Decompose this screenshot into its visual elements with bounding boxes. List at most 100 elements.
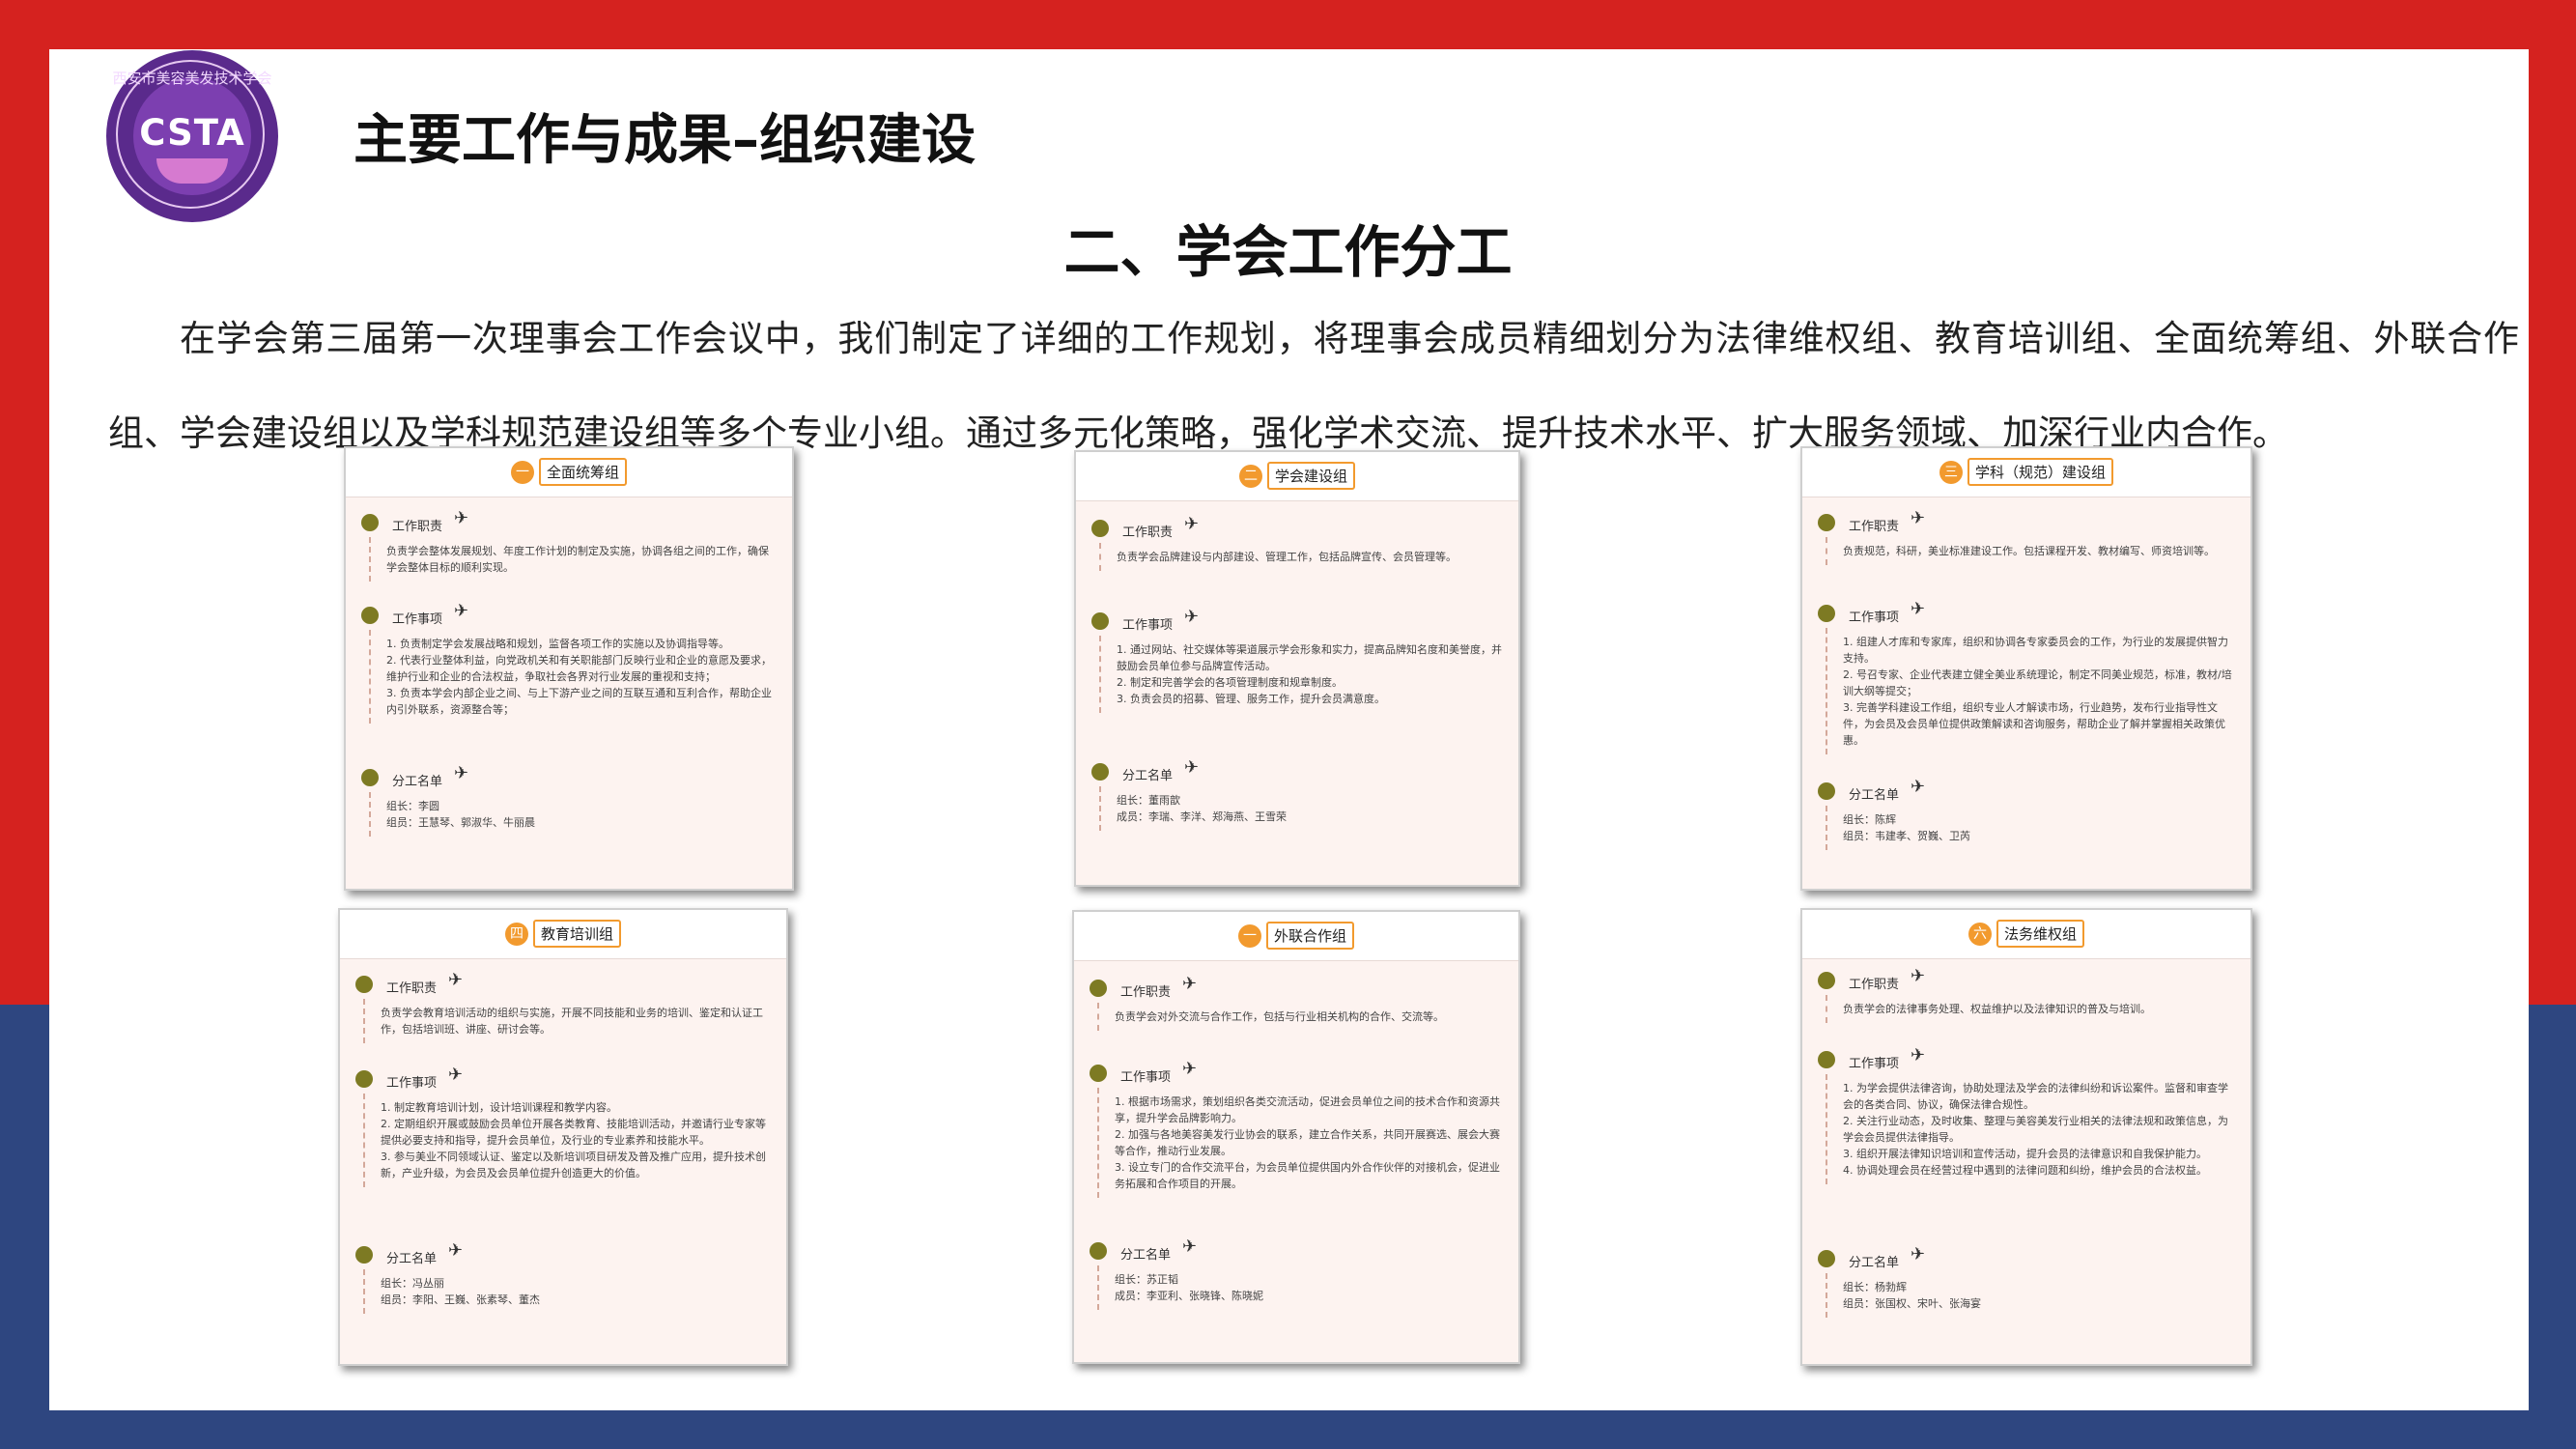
swallow-icon: ✈ [448, 1065, 464, 1085]
items-section: 工作事项 ✈ 1. 制定教育培训计划，设计培训课程和教学内容。 2. 定期组织开展… [355, 1065, 773, 1187]
bullet-dot [1818, 972, 1835, 989]
card-title-text: 教育培训组 [533, 920, 622, 948]
card-title: 三 学科（规范）建设组 [1802, 458, 2250, 486]
card-external-cooperation: 一 外联合作组 工作职责 ✈ 负责学会对外交流与合作工作，包括与行业相关机构的合作… [1072, 910, 1520, 1364]
bullet-dot [1091, 520, 1109, 537]
swallow-icon: ✈ [1911, 1045, 1926, 1065]
swallow-icon: ✈ [1911, 508, 1926, 528]
bullet-dot [1090, 1242, 1107, 1260]
members-text: 组长：董雨歆 成员：李瑞、李洋、郑海燕、王雪荣 [1099, 786, 1505, 831]
duty-section: 工作职责 ✈ 负责规范，科研，美业标准建设工作。包括课程开发、教材编写、师资培训等… [1818, 508, 2237, 565]
card-title-text: 外联合作组 [1266, 922, 1355, 950]
bullet-dot [1818, 605, 1835, 622]
card-title: 一 外联合作组 [1074, 922, 1518, 950]
card-header: 六 法务维权组 [1802, 910, 2250, 959]
duty-label: 工作职责 [386, 981, 438, 996]
duty-section: 工作职责 ✈ 负责学会品牌建设与内部建设、管理工作，包括品牌宣传、会员管理等。 [1091, 514, 1505, 571]
card-header: 四 教育培训组 [340, 910, 786, 959]
members-label: 分工名单 [392, 775, 443, 789]
swallow-icon: ✈ [454, 763, 469, 783]
members-label: 分工名单 [1120, 1248, 1172, 1263]
bullet-dot [361, 607, 379, 624]
bullet-dot [1818, 782, 1835, 800]
duty-section: 工作职责 ✈ 负责学会对外交流与合作工作，包括与行业相关机构的合作、交流等。 [1090, 974, 1505, 1031]
items-label: 工作事项 [1122, 618, 1174, 633]
swallow-icon: ✈ [1182, 974, 1198, 994]
members-section: 分工名单 ✈ 组长：苏正韬 成员：李亚利、张晓锋、陈晓妮 [1090, 1236, 1505, 1310]
card-number: 六 [1967, 922, 1992, 946]
bullet-dot [361, 769, 379, 786]
csta-logo: 西安市美容美发技术学会 CSTA [106, 50, 278, 222]
duty-section: 工作职责 ✈ 负责学会整体发展规划、年度工作计划的制定及实施，协调各组之间的工作，… [361, 508, 778, 582]
swallow-icon: ✈ [1184, 514, 1200, 534]
swallow-icon: ✈ [1911, 777, 1926, 797]
duty-label: 工作职责 [1122, 526, 1174, 540]
items-text: 1. 负责制定学会发展战略和规划，监督各项工作的实施以及协调指导等。 2. 代表… [369, 630, 778, 724]
duty-text: 负责学会对外交流与合作工作，包括与行业相关机构的合作、交流等。 [1097, 1003, 1505, 1031]
logo-arc-text: 西安市美容美发技术学会 [112, 70, 272, 87]
swallow-icon: ✈ [1184, 757, 1200, 778]
card-discipline-building: 三 学科（规范）建设组 工作职责 ✈ 负责规范，科研，美业标准建设工作。包括课程开… [1800, 446, 2252, 891]
card-association-building: 二 学会建设组 工作职责 ✈ 负责学会品牌建设与内部建设、管理工作，包括品牌宣传、… [1074, 450, 1520, 887]
duty-text: 负责学会教育培训活动的组织与实施，开展不同技能和业务的培训、鉴定和认证工作，包括… [363, 999, 773, 1043]
duty-section: 工作职责 ✈ 负责学会的法律事务处理、权益维护以及法律知识的普及与培训。 [1818, 966, 2237, 1023]
bullet-dot [355, 1246, 373, 1264]
items-section: 工作事项 ✈ 1. 通过网站、社交媒体等渠道展示学会形象和实力，提高品牌知名度和美… [1091, 607, 1505, 713]
card-number: 二 [1238, 464, 1262, 488]
card-title: 二 学会建设组 [1076, 462, 1518, 490]
bullet-dot [355, 976, 373, 993]
card-header: 三 学科（规范）建设组 [1802, 448, 2250, 497]
members-label: 分工名单 [1849, 1256, 1900, 1270]
bullet-dot [1818, 514, 1835, 531]
swallow-icon: ✈ [1182, 1236, 1198, 1257]
bullet-dot [355, 1070, 373, 1088]
items-section: 工作事项 ✈ 1. 组建人才库和专家库，组织和协调各专家委员会的工作，为行业的发展… [1818, 599, 2237, 754]
card-header: 二 学会建设组 [1076, 452, 1518, 501]
card-number: 三 [1939, 460, 1963, 484]
duty-text: 负责规范，科研，美业标准建设工作。包括课程开发、教材编写、师资培训等。 [1826, 537, 2237, 565]
members-label: 分工名单 [1122, 769, 1174, 783]
card-title-text: 学科（规范）建设组 [1967, 458, 2114, 486]
items-section: 工作事项 ✈ 1. 负责制定学会发展战略和规划，监督各项工作的实施以及协调指导等。… [361, 601, 778, 724]
items-label: 工作事项 [1120, 1070, 1172, 1085]
logo-abbr: CSTA [139, 112, 245, 154]
duty-text: 负责学会的法律事务处理、权益维护以及法律知识的普及与培训。 [1826, 995, 2237, 1023]
card-number: 一 [510, 460, 534, 484]
members-text: 组长：冯丛丽 组员：李阳、王巍、张素琴、董杰 [363, 1269, 773, 1314]
bullet-dot [1091, 763, 1109, 781]
swallow-icon: ✈ [454, 601, 469, 621]
card-overall-coordination: 一 全面统筹组 工作职责 ✈ 负责学会整体发展规划、年度工作计划的制定及实施，协调… [344, 446, 794, 891]
duty-label: 工作职责 [392, 520, 443, 534]
card-legal-rights: 六 法务维权组 工作职责 ✈ 负责学会的法律事务处理、权益维护以及法律知识的普及与… [1800, 908, 2252, 1366]
items-text: 1. 组建人才库和专家库，组织和协调各专家委员会的工作，为行业的发展提供智力支持… [1826, 628, 2237, 754]
items-text: 1. 根据市场需求，策划组织各类交流活动，促进会员单位之间的技术合作和资源共享，… [1097, 1088, 1505, 1198]
swallow-icon: ✈ [454, 508, 469, 528]
card-title: 四 教育培训组 [340, 920, 786, 948]
card-title-text: 全面统筹组 [539, 458, 628, 486]
card-title-text: 学会建设组 [1267, 462, 1356, 490]
card-number: 一 [1237, 923, 1261, 948]
swallow-icon: ✈ [1911, 599, 1926, 619]
swallow-icon: ✈ [448, 970, 464, 990]
members-text: 组长：苏正韬 成员：李亚利、张晓锋、陈晓妮 [1097, 1265, 1505, 1310]
members-section: 分工名单 ✈ 组长：杨勃辉 组员：张国权、宋叶、张海宴 [1818, 1244, 2237, 1318]
items-label: 工作事项 [1849, 611, 1900, 625]
members-text: 组长：李圆 组员：王慧琴、郭淑华、牛丽晨 [369, 792, 778, 837]
items-label: 工作事项 [392, 612, 443, 627]
bullet-dot [1090, 1065, 1107, 1082]
swallow-icon: ✈ [1182, 1059, 1198, 1079]
items-text: 1. 为学会提供法律咨询，协助处理法及学会的法律纠纷和诉讼案件。监督和审查学会的… [1826, 1074, 2237, 1184]
items-label: 工作事项 [1849, 1057, 1900, 1071]
members-text: 组长：陈辉 组员：韦建孝、贺巍、卫芮 [1826, 806, 2237, 850]
members-label: 分工名单 [386, 1252, 438, 1266]
members-section: 分工名单 ✈ 组长：董雨歆 成员：李瑞、李洋、郑海燕、王雪荣 [1091, 757, 1505, 831]
bullet-dot [1090, 980, 1107, 997]
swallow-icon: ✈ [448, 1240, 464, 1261]
duty-label: 工作职责 [1120, 985, 1172, 1000]
duty-section: 工作职责 ✈ 负责学会教育培训活动的组织与实施，开展不同技能和业务的培训、鉴定和认… [355, 970, 773, 1043]
card-number: 四 [504, 922, 528, 946]
card-header: 一 外联合作组 [1074, 912, 1518, 961]
bullet-dot [1818, 1250, 1835, 1267]
swallow-icon: ✈ [1911, 966, 1926, 986]
items-section: 工作事项 ✈ 1. 根据市场需求，策划组织各类交流活动，促进会员单位之间的技术合作… [1090, 1059, 1505, 1198]
